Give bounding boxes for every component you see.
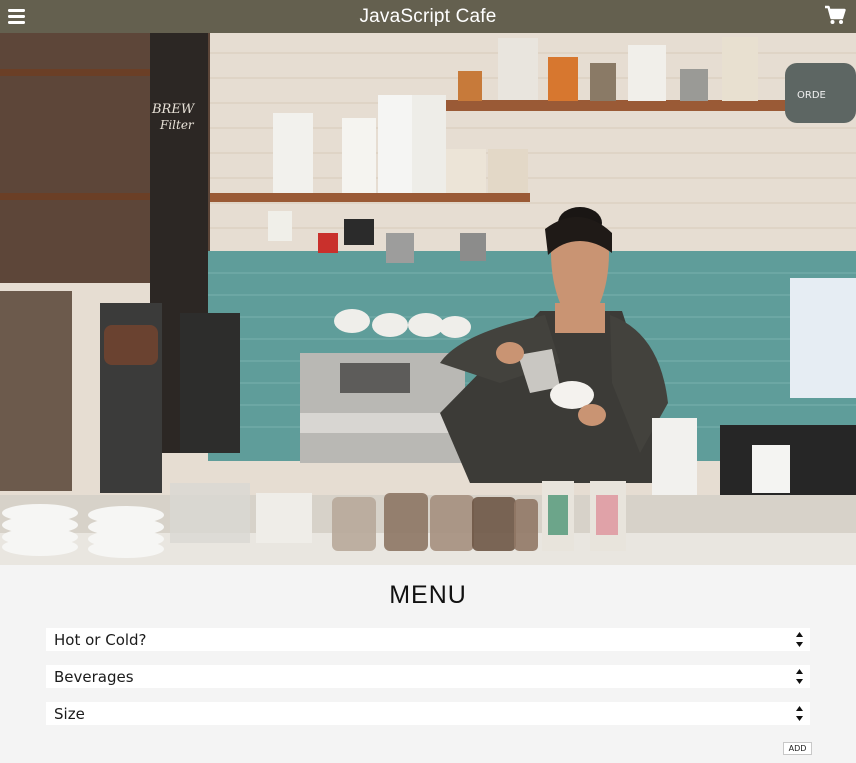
add-button[interactable]: ADD	[783, 742, 812, 755]
hot-or-cold-select-value: Hot or Cold?	[54, 630, 147, 649]
shopping-cart-icon[interactable]	[824, 5, 846, 25]
hamburger-menu-icon[interactable]	[7, 7, 27, 25]
beverages-select[interactable]: Beverages	[46, 665, 810, 688]
svg-text:BREW: BREW	[151, 102, 196, 117]
size-select-value: Size	[54, 704, 85, 723]
menu-heading: MENU	[389, 581, 467, 609]
svg-text:ORDE: ORDE	[797, 90, 826, 101]
select-arrows-icon	[796, 632, 803, 647]
menu-section: MENU Hot or Cold? Beverages Size ADD	[0, 565, 856, 763]
hot-or-cold-select[interactable]: Hot or Cold?	[46, 628, 810, 651]
select-arrows-icon	[796, 669, 803, 684]
top-bar: JavaScript Cafe	[0, 0, 856, 33]
beverages-select-value: Beverages	[54, 667, 134, 686]
size-select[interactable]: Size	[46, 702, 810, 725]
app-title: JavaScript Cafe	[359, 5, 497, 27]
hero-image: BREW Filter ORDE	[0, 33, 856, 565]
select-arrows-icon	[796, 706, 803, 721]
svg-text:Filter: Filter	[159, 118, 195, 132]
